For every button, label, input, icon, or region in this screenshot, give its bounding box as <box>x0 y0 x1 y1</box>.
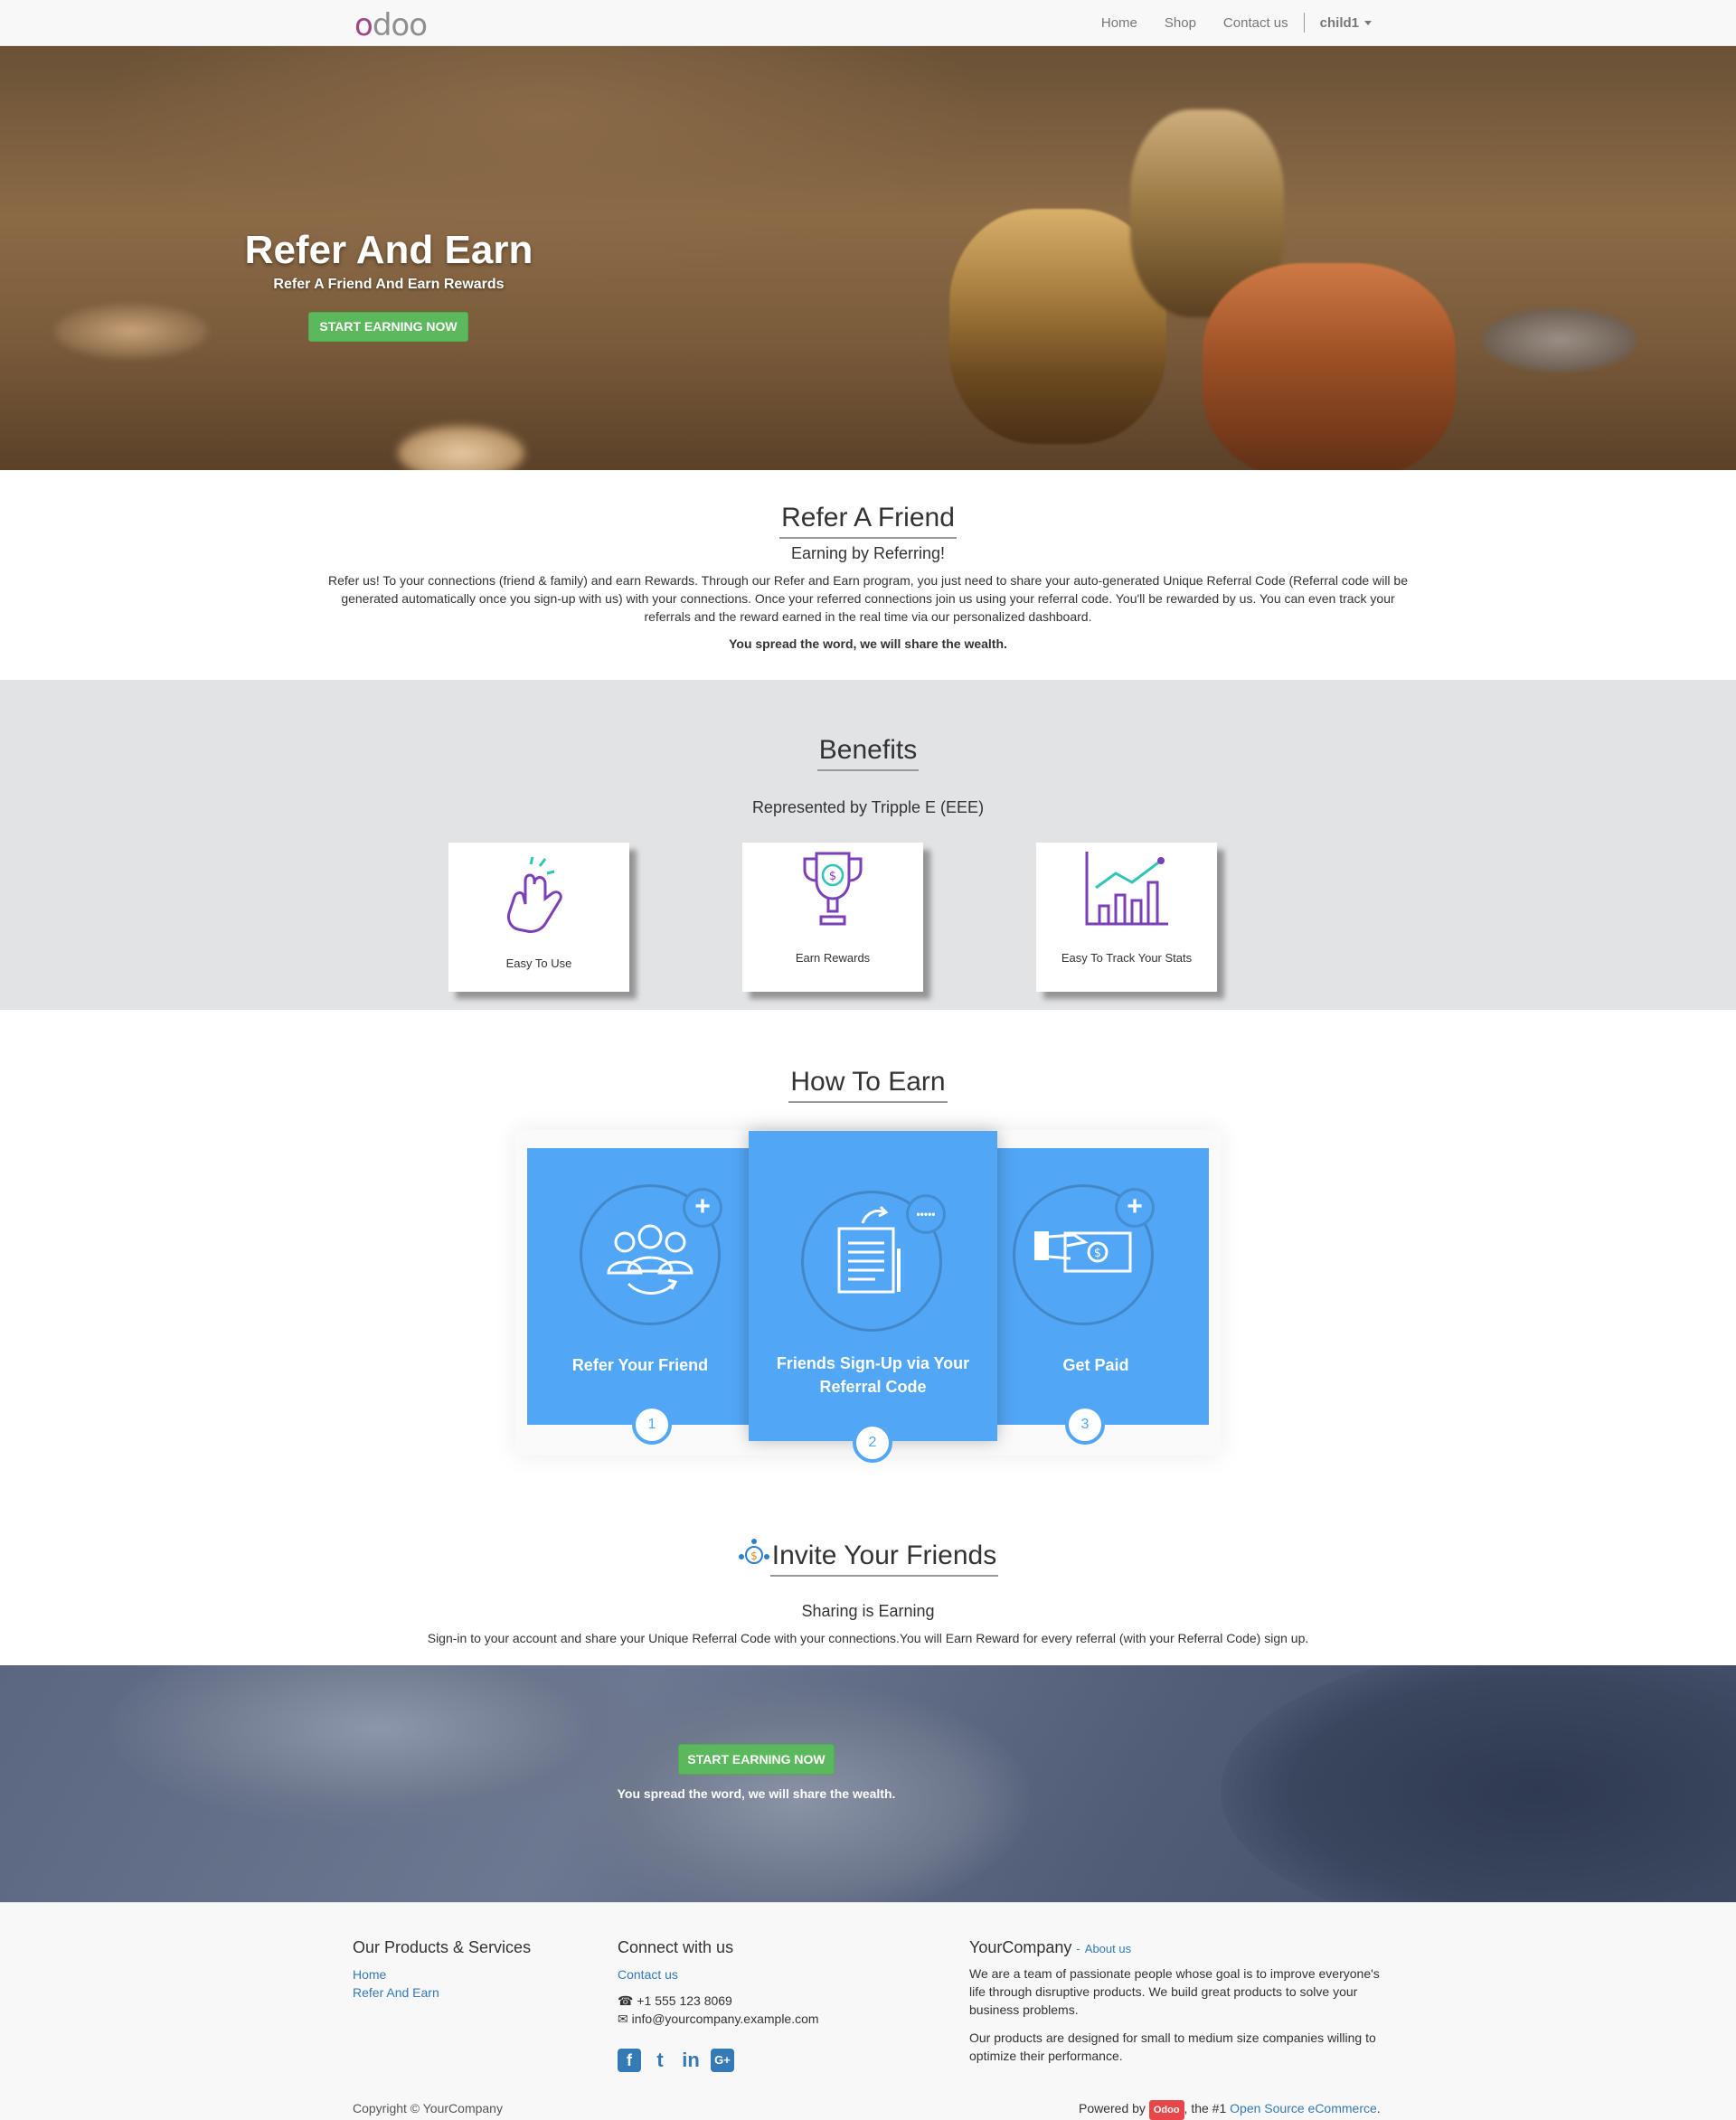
coin-stack-image <box>1203 263 1456 470</box>
svg-text:$: $ <box>750 1550 758 1562</box>
invite-banner-image <box>0 1665 1736 1902</box>
about-us-link[interactable]: About us <box>1085 1942 1131 1955</box>
code-badge-icon: ••••• <box>906 1194 946 1234</box>
svg-text:$: $ <box>829 870 836 883</box>
footer-email: ✉ info@yourcompany.example.com <box>618 2010 819 2028</box>
footer-contact-link[interactable]: Contact us <box>618 1967 678 1982</box>
caret-down-icon <box>1364 21 1372 26</box>
invite-description: Sign-in to your account and share your U… <box>427 1631 1309 1645</box>
refer-tagline: You spread the word, we will share the w… <box>729 636 1007 651</box>
powered-by-text: Powered by <box>1079 2101 1146 2115</box>
footer-about-paragraph-2: Our products are designed for small to m… <box>969 2030 1376 2063</box>
benefit-card-earn-rewards: $ Earn Rewards <box>742 843 923 992</box>
benefits-title-text: Benefits <box>816 735 920 771</box>
step-number-badge: 2 <box>853 1423 892 1463</box>
step-number-badge: 1 <box>632 1405 672 1445</box>
how-title-text: How To Earn <box>788 1067 948 1103</box>
linkedin-icon[interactable]: in <box>679 2049 703 2072</box>
benefit-label: Easy To Use <box>505 956 572 970</box>
footer-about-paragraph-1: We are a team of passionate people whose… <box>969 1966 1380 2017</box>
user-menu-dropdown[interactable]: child1 <box>1307 15 1385 31</box>
invite-start-earning-button[interactable]: START EARNING NOW <box>678 1744 835 1775</box>
footer-phone: ☎ +1 555 123 8069 <box>618 1992 732 2010</box>
trophy-icon: $ <box>803 852 863 926</box>
hero-start-earning-button[interactable]: START EARNING NOW <box>308 312 468 342</box>
top-navbar: odoo Home Shop Contact us child1 <box>0 0 1736 46</box>
plus-icon: + <box>1115 1188 1155 1228</box>
nav-divider <box>1303 13 1305 33</box>
nav-shop-link[interactable]: Shop <box>1151 15 1210 31</box>
user-name: child1 <box>1319 14 1359 31</box>
step-card-signup: ••••• Friends Sign-Up via Your Referral … <box>749 1131 997 1441</box>
svg-text:$: $ <box>1094 1247 1101 1260</box>
step-label: Refer Your Friend <box>571 1356 709 1374</box>
plus-icon: + <box>683 1188 722 1228</box>
refer-title-text: Refer A Friend <box>779 503 957 539</box>
footer-products-title: Our Products & Services <box>353 1938 532 1956</box>
chart-icon <box>1085 852 1168 926</box>
cash-hand-icon: $ <box>1034 1231 1132 1273</box>
phone-text: +1 555 123 8069 <box>637 1993 732 2008</box>
refer-description: Refer us! To your connections (friend & … <box>328 573 1408 624</box>
google-plus-icon[interactable]: G+ <box>711 2049 734 2072</box>
hero-subtitle: Refer A Friend And Earn Rewards <box>273 277 505 292</box>
refer-section-title: Refer A Friend <box>0 503 1736 539</box>
phone-icon: ☎ <box>618 1993 634 2008</box>
laptop-image <box>1221 1665 1736 1902</box>
coin-image <box>398 426 524 470</box>
hand-tap-icon <box>507 856 562 933</box>
footer <box>0 1902 1736 2120</box>
benefits-subtitle: Represented by Tripple E (EEE) <box>751 798 985 816</box>
about-sep: - <box>1076 1942 1080 1955</box>
step-card-get-paid: $ + Get Paid <box>983 1148 1209 1425</box>
refer-subtitle: Earning by Referring! <box>790 544 946 562</box>
footer-home-link[interactable]: Home <box>353 1967 386 1982</box>
how-to-earn-title: How To Earn <box>0 1067 1736 1103</box>
hero-title: Refer And Earn <box>244 228 533 272</box>
step-number-badge: 3 <box>1065 1405 1105 1445</box>
nav-menu: Home Shop Contact us child1 <box>1088 0 1385 45</box>
benefit-label: Earn Rewards <box>795 951 871 965</box>
benefit-card-track-stats: Easy To Track Your Stats <box>1036 843 1217 992</box>
odoo-logo[interactable]: odoo <box>354 7 428 43</box>
coin-image <box>1483 308 1637 372</box>
footer-copyright: Copyright © YourCompany <box>353 2101 503 2115</box>
benefit-label: Easy To Track Your Stats <box>1061 951 1193 965</box>
invite-tagline: You spread the word, we will share the w… <box>617 1786 896 1801</box>
invite-title-text: Invite Your Friends <box>769 1541 999 1577</box>
step-label: Friends Sign-Up via Your Referral Code <box>776 1354 970 1396</box>
invite-subtitle: Sharing is Earning <box>801 1602 935 1620</box>
company-name: YourCompany <box>969 1938 1072 1956</box>
benefits-title: Benefits <box>0 735 1736 771</box>
footer-powered-by: Powered by Odoo, the #1 Open Source eCom… <box>1079 2099 1381 2120</box>
envelope-icon: ✉ <box>618 2012 628 2026</box>
footer-company-title: YourCompany - About us <box>969 1938 1131 1957</box>
odoo-badge[interactable]: Odoo <box>1148 2100 1184 2120</box>
document-icon <box>837 1205 901 1294</box>
invite-friends-icon: $ <box>738 1539 769 1564</box>
footer-refer-earn-link[interactable]: Refer And Earn <box>353 1985 439 2000</box>
invite-section-title: $ Invite Your Friends <box>0 1537 1736 1577</box>
open-source-ecommerce-link[interactable]: Open Source eCommerce <box>1230 2101 1377 2115</box>
footer-connect-title: Connect with us <box>618 1938 734 1956</box>
powered-end-text: . <box>1376 2101 1381 2115</box>
benefit-card-easy-to-use: Easy To Use <box>448 843 629 992</box>
people-group-icon <box>607 1224 693 1295</box>
step-card-refer: + Refer Your Friend <box>527 1148 753 1425</box>
step-label: Get Paid <box>1062 1356 1129 1374</box>
powered-mid-text: , the #1 <box>1184 2101 1227 2115</box>
invite-title-wrap: $ Invite Your Friends <box>738 1537 999 1577</box>
twitter-icon[interactable]: t <box>648 2049 672 2072</box>
nav-home-link[interactable]: Home <box>1088 15 1151 31</box>
email-text: info@yourcompany.example.com <box>631 2012 819 2026</box>
facebook-icon[interactable]: f <box>618 2049 641 2072</box>
nav-contact-link[interactable]: Contact us <box>1210 15 1302 31</box>
coin-image <box>54 304 208 358</box>
